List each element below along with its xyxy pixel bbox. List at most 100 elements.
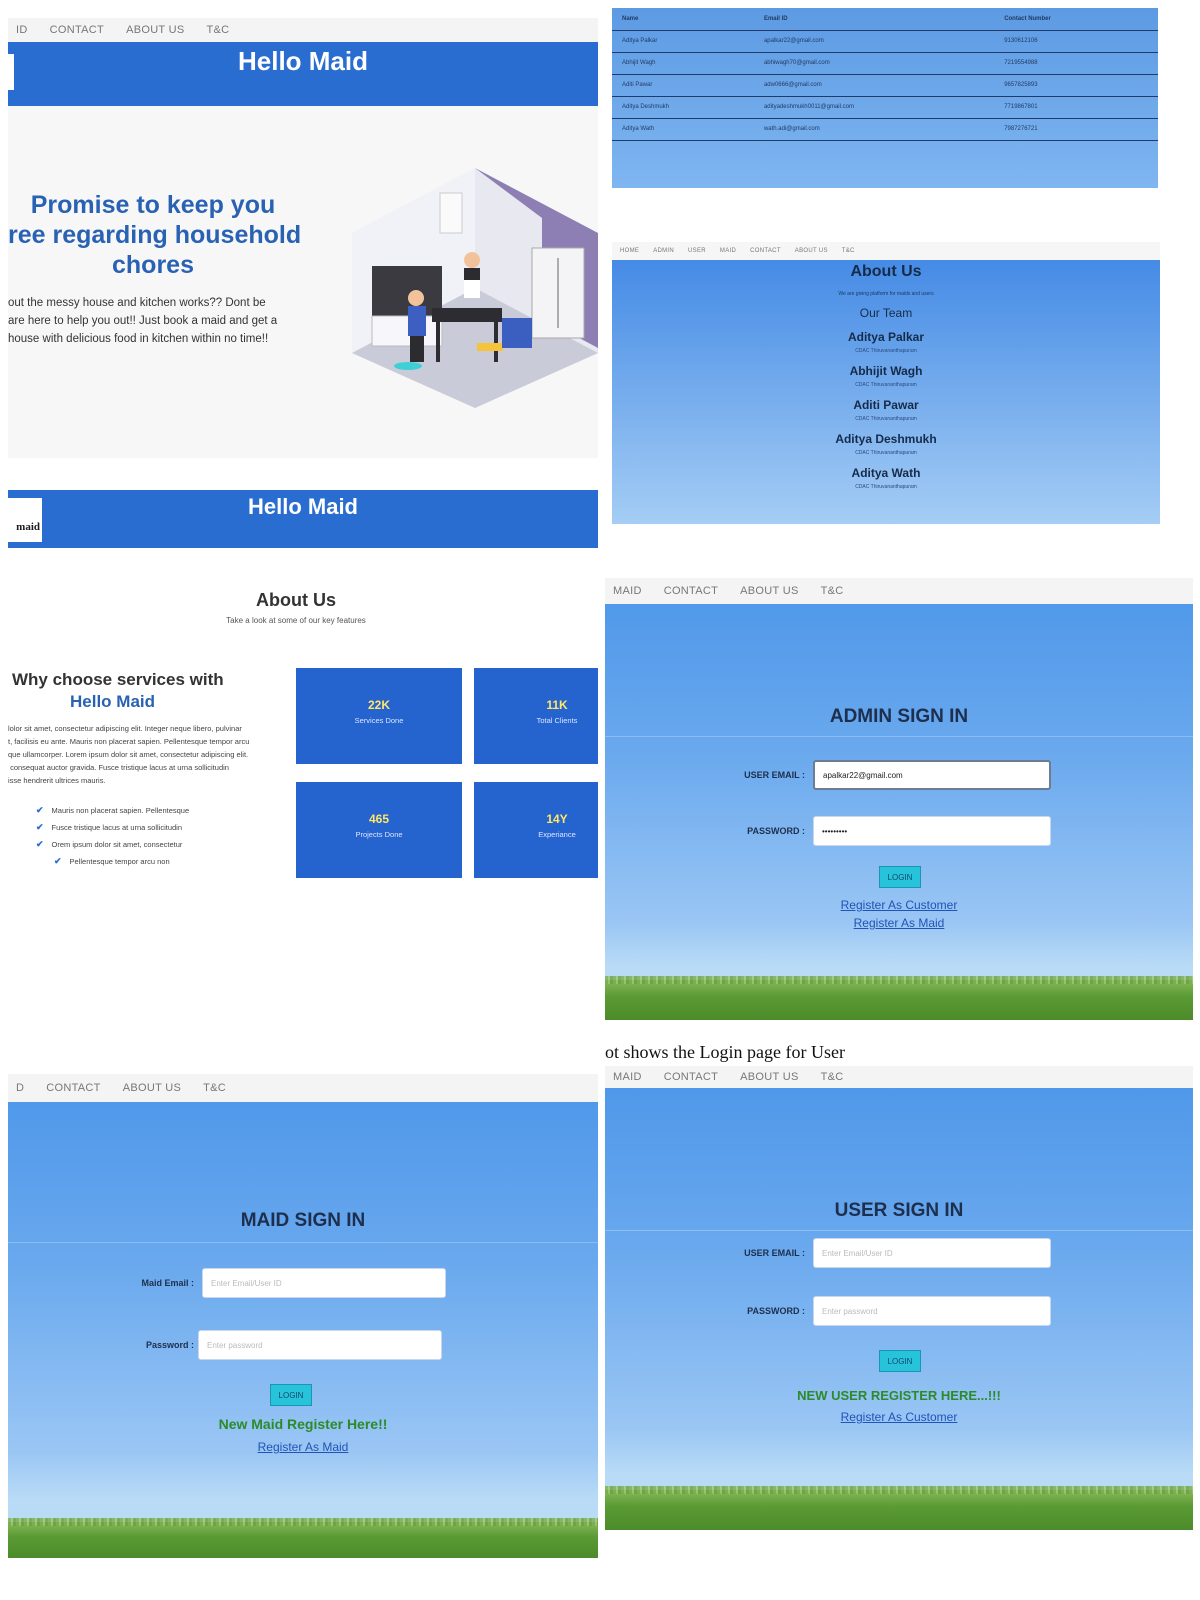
cell-contact: 7987276721 <box>994 118 1158 141</box>
brand-title: Hello Maid <box>237 46 368 76</box>
register-maid-link[interactable]: Register As Maid <box>8 1440 598 1454</box>
divider <box>8 1242 598 1243</box>
col-contact: Contact Number <box>994 8 1158 31</box>
users-table-screenshot: Name Email ID Contact Number Aditya Palk… <box>612 8 1158 188</box>
email-field[interactable]: apalkar22@gmail.com <box>813 760 1051 790</box>
register-maid-link[interactable]: Register As Maid <box>605 916 1193 930</box>
email-field[interactable]: Enter Email/User ID <box>813 1238 1051 1268</box>
cell-contact: 9130612106 <box>994 30 1158 53</box>
list-item: ✔ Mauris non placerat sapien. Pellentesqu… <box>36 802 189 819</box>
nav-item-contact[interactable]: CONTACT <box>750 248 781 254</box>
top-nav: MAID CONTACT ABOUT US T&C <box>605 1066 1193 1088</box>
member-center: CDAC Thiruvananthapuram <box>855 382 917 388</box>
signin-title: MAID SIGN IN <box>240 1210 366 1231</box>
nav-item-maid[interactable]: D <box>16 1082 24 1094</box>
page-title: About Us <box>850 263 922 280</box>
password-field[interactable]: Enter password <box>198 1330 442 1360</box>
page-subtitle: We are giving platform for maids and use… <box>838 291 934 297</box>
cell-name: Abhijit Wagh <box>612 52 754 75</box>
top-nav: D CONTACT ABOUT US T&C <box>8 1074 598 1102</box>
brand-logo[interactable]: maid <box>8 498 42 542</box>
member-center: CDAC Thiruvananthapuram <box>855 450 917 456</box>
stat-card-projects: 465 Projects Done <box>296 782 462 878</box>
feature-text: Fusce tristique lacus at urna sollicitud… <box>51 823 183 832</box>
cell-email: apalkar22@gmail.com <box>753 30 995 53</box>
password-label: PASSWORD : <box>747 826 805 836</box>
register-customer-link[interactable]: Register As Customer <box>605 898 1193 912</box>
table-row: Aditya Wath wath.adi@gmail.com 798727672… <box>612 118 1158 141</box>
logo-stub <box>8 54 14 90</box>
top-nav: MAID CONTACT ABOUT US T&C <box>605 578 1193 604</box>
member-name: Aditya Palkar <box>847 330 925 344</box>
table-header-row: Name Email ID Contact Number <box>612 8 1158 31</box>
password-label: Password : <box>145 1340 194 1350</box>
nav-item-terms[interactable]: T&C <box>203 1082 226 1094</box>
nav-item-about[interactable]: ABOUT US <box>795 248 828 254</box>
nav-item-about[interactable]: ABOUT US <box>123 1082 181 1094</box>
grass-background <box>8 1518 598 1558</box>
login-button[interactable]: LOGIN <box>270 1384 312 1406</box>
col-email: Email ID <box>753 8 995 31</box>
cell-email: abhiwagh70@gmail.com <box>753 52 995 75</box>
email-field[interactable]: Enter Email/User ID <box>202 1268 446 1298</box>
list-item: ✔ Fusce tristique lacus at urna sollicitu… <box>36 819 189 836</box>
cell-name: Aditya Deshmukh <box>612 96 754 119</box>
table-row: Aditya Deshmukh adityadeshmukh0011@gmail… <box>612 96 1158 119</box>
member-name: Aditi Pawar <box>853 398 919 412</box>
check-icon: ✔ <box>54 856 62 866</box>
register-customer-link[interactable]: Register As Customer <box>605 1410 1193 1424</box>
cell-name: Aditya Wath <box>612 118 754 141</box>
stat-label: Experiance <box>538 830 576 839</box>
nav-item-maid[interactable]: MAID <box>720 248 736 254</box>
nav-item-id[interactable]: ID <box>16 24 28 36</box>
stat-card-services: 22K Services Done <box>296 668 462 764</box>
nav-item-terms[interactable]: T&C <box>207 24 230 36</box>
page-subtitle: Take a look at some of our key features <box>226 616 366 625</box>
member-center: CDAC Thiruvananthapuram <box>855 484 917 490</box>
signin-title: ADMIN SIGN IN <box>829 706 969 727</box>
member-name: Aditya Wath <box>851 466 921 480</box>
nav-item-about[interactable]: ABOUT US <box>740 585 798 597</box>
nav-item-about[interactable]: ABOUT US <box>740 1071 798 1083</box>
nav-item-user[interactable]: USER <box>688 248 706 254</box>
nav-item-maid[interactable]: MAID <box>613 1071 642 1083</box>
top-nav: HOME ADMIN USER MAID CONTACT ABOUT US T&… <box>612 242 1160 260</box>
check-icon: ✔ <box>36 822 44 832</box>
team-member: Aditya Wath CDAC Thiruvananthapuram <box>612 466 1160 490</box>
kitchen-illustration-icon <box>352 168 598 408</box>
email-label: USER EMAIL : <box>744 1248 805 1258</box>
stat-label: Projects Done <box>355 830 403 839</box>
user-signin-screenshot: MAID CONTACT ABOUT US T&C USER SIGN IN U… <box>605 1066 1193 1530</box>
team-member: Abhijit Wagh CDAC Thiruvananthapuram <box>612 364 1160 388</box>
maid-signin-screenshot: D CONTACT ABOUT US T&C MAID SIGN IN Maid… <box>8 1074 598 1558</box>
nav-item-terms[interactable]: T&C <box>842 248 855 254</box>
stat-card-experience: 14Y Experiance <box>474 782 598 878</box>
nav-item-admin[interactable]: ADMIN <box>653 248 674 254</box>
feature-text: Mauris non placerat sapien. Pellentesque <box>51 806 190 815</box>
grass-background <box>605 976 1193 1020</box>
stat-value: 465 <box>368 812 390 826</box>
why-heading-brand: Hello Maid <box>70 692 156 711</box>
check-icon: ✔ <box>36 839 44 849</box>
feature-checklist: ✔ Mauris non placerat sapien. Pellentesqu… <box>36 802 189 870</box>
signin-title: USER SIGN IN <box>834 1200 964 1221</box>
nav-item-terms[interactable]: T&C <box>821 1071 844 1083</box>
nav-item-terms[interactable]: T&C <box>821 585 844 597</box>
brand-header: maid Hello Maid <box>8 490 598 548</box>
nav-item-home[interactable]: HOME <box>620 248 639 254</box>
divider <box>605 1230 1193 1231</box>
nav-item-contact[interactable]: CONTACT <box>664 1071 718 1083</box>
password-field[interactable]: ••••••••• <box>813 816 1051 846</box>
login-button[interactable]: LOGIN <box>879 866 921 888</box>
login-button[interactable]: LOGIN <box>879 1350 921 1372</box>
why-description: lolor sit amet, consectetur adipiscing e… <box>8 724 250 785</box>
nav-item-maid[interactable]: MAID <box>613 585 642 597</box>
nav-item-about[interactable]: ABOUT US <box>126 24 184 36</box>
check-icon: ✔ <box>36 805 44 815</box>
cell-email: adw0666@gmail.com <box>753 74 995 97</box>
password-field[interactable]: Enter password <box>813 1296 1051 1326</box>
nav-item-contact[interactable]: CONTACT <box>664 585 718 597</box>
nav-item-contact[interactable]: CONTACT <box>46 1082 100 1094</box>
nav-item-contact[interactable]: CONTACT <box>50 24 104 36</box>
document-caption: ot shows the Login page for User <box>605 1042 845 1062</box>
